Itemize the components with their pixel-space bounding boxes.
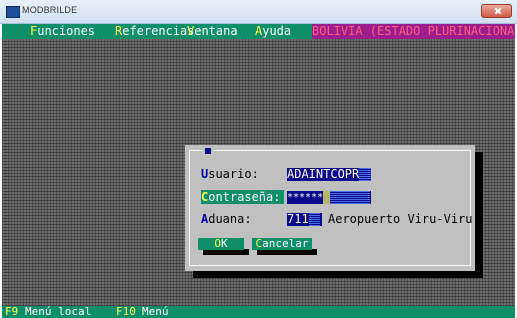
contrasena-label-text: ontraseña: <box>208 190 281 204</box>
app-icon <box>6 6 20 18</box>
menu-funciones-label: unciones <box>37 24 96 38</box>
usuario-value: ADAINTCOPR <box>287 168 360 181</box>
aduana-label: Aduana: <box>201 212 252 226</box>
menu-bar: Funciones Referencias Ventana Ayuda BOLI… <box>2 24 515 39</box>
close-window-button[interactable] <box>481 4 512 18</box>
ok-button[interactable]: OK <box>198 238 244 250</box>
menu-ventana-label: entana <box>194 24 238 38</box>
cancel-button[interactable]: Cancelar <box>252 238 312 250</box>
usuario-field-fill <box>359 168 371 181</box>
login-dialog: Usuario: ADAINTCOPR Contraseña: ****** A… <box>185 145 475 271</box>
contrasena-input[interactable]: ****** <box>287 191 371 204</box>
usuario-label-text: suario: <box>208 167 259 181</box>
status-label-menu-local[interactable]: Menú local <box>25 306 91 318</box>
country-banner: BOLIVIA (ESTADO PLURINACIONAL DE) <box>312 24 515 39</box>
contrasena-field-fill <box>330 191 371 204</box>
aduana-code: 711 <box>287 213 309 226</box>
menu-funciones[interactable]: Funciones <box>30 24 95 39</box>
text-cursor <box>323 191 331 204</box>
dialog-close-button[interactable] <box>202 146 214 156</box>
window-title: MODBRILDE <box>22 5 78 15</box>
app-window: MODBRILDE Funciones Referencias Ventana … <box>0 0 517 318</box>
aduana-label-text: duana: <box>208 212 252 226</box>
title-bar: MODBRILDE <box>0 0 517 24</box>
cancel-label: ancelar <box>262 237 309 250</box>
menu-ayuda[interactable]: Ayuda <box>255 24 291 39</box>
contrasena-value: ****** <box>287 192 324 203</box>
aduana-field-fill <box>308 213 320 226</box>
menu-ayuda-label: yuda <box>262 24 292 38</box>
status-key-f10[interactable]: F10 <box>116 306 136 318</box>
usuario-label: Usuario: <box>201 167 259 181</box>
ok-label: K <box>221 237 228 250</box>
aduana-code-input[interactable]: 711 <box>287 213 322 226</box>
status-bar: F9 Menú local F10 Menú <box>2 306 515 318</box>
menu-referencias[interactable]: Referencias <box>115 24 194 39</box>
status-label-menu[interactable]: Menú <box>142 306 169 318</box>
menu-ventana[interactable]: Ventana <box>187 24 238 39</box>
aduana-name: Aeropuerto Viru-Viru <box>328 212 473 226</box>
close-box-icon <box>205 148 211 154</box>
status-key-f9[interactable]: F9 <box>5 306 18 318</box>
contrasena-label: Contraseña: <box>201 190 285 204</box>
usuario-input[interactable]: ADAINTCOPR <box>287 168 371 181</box>
ok-hotkey: O <box>214 237 221 250</box>
menu-referencias-label: eferencias <box>122 24 195 38</box>
